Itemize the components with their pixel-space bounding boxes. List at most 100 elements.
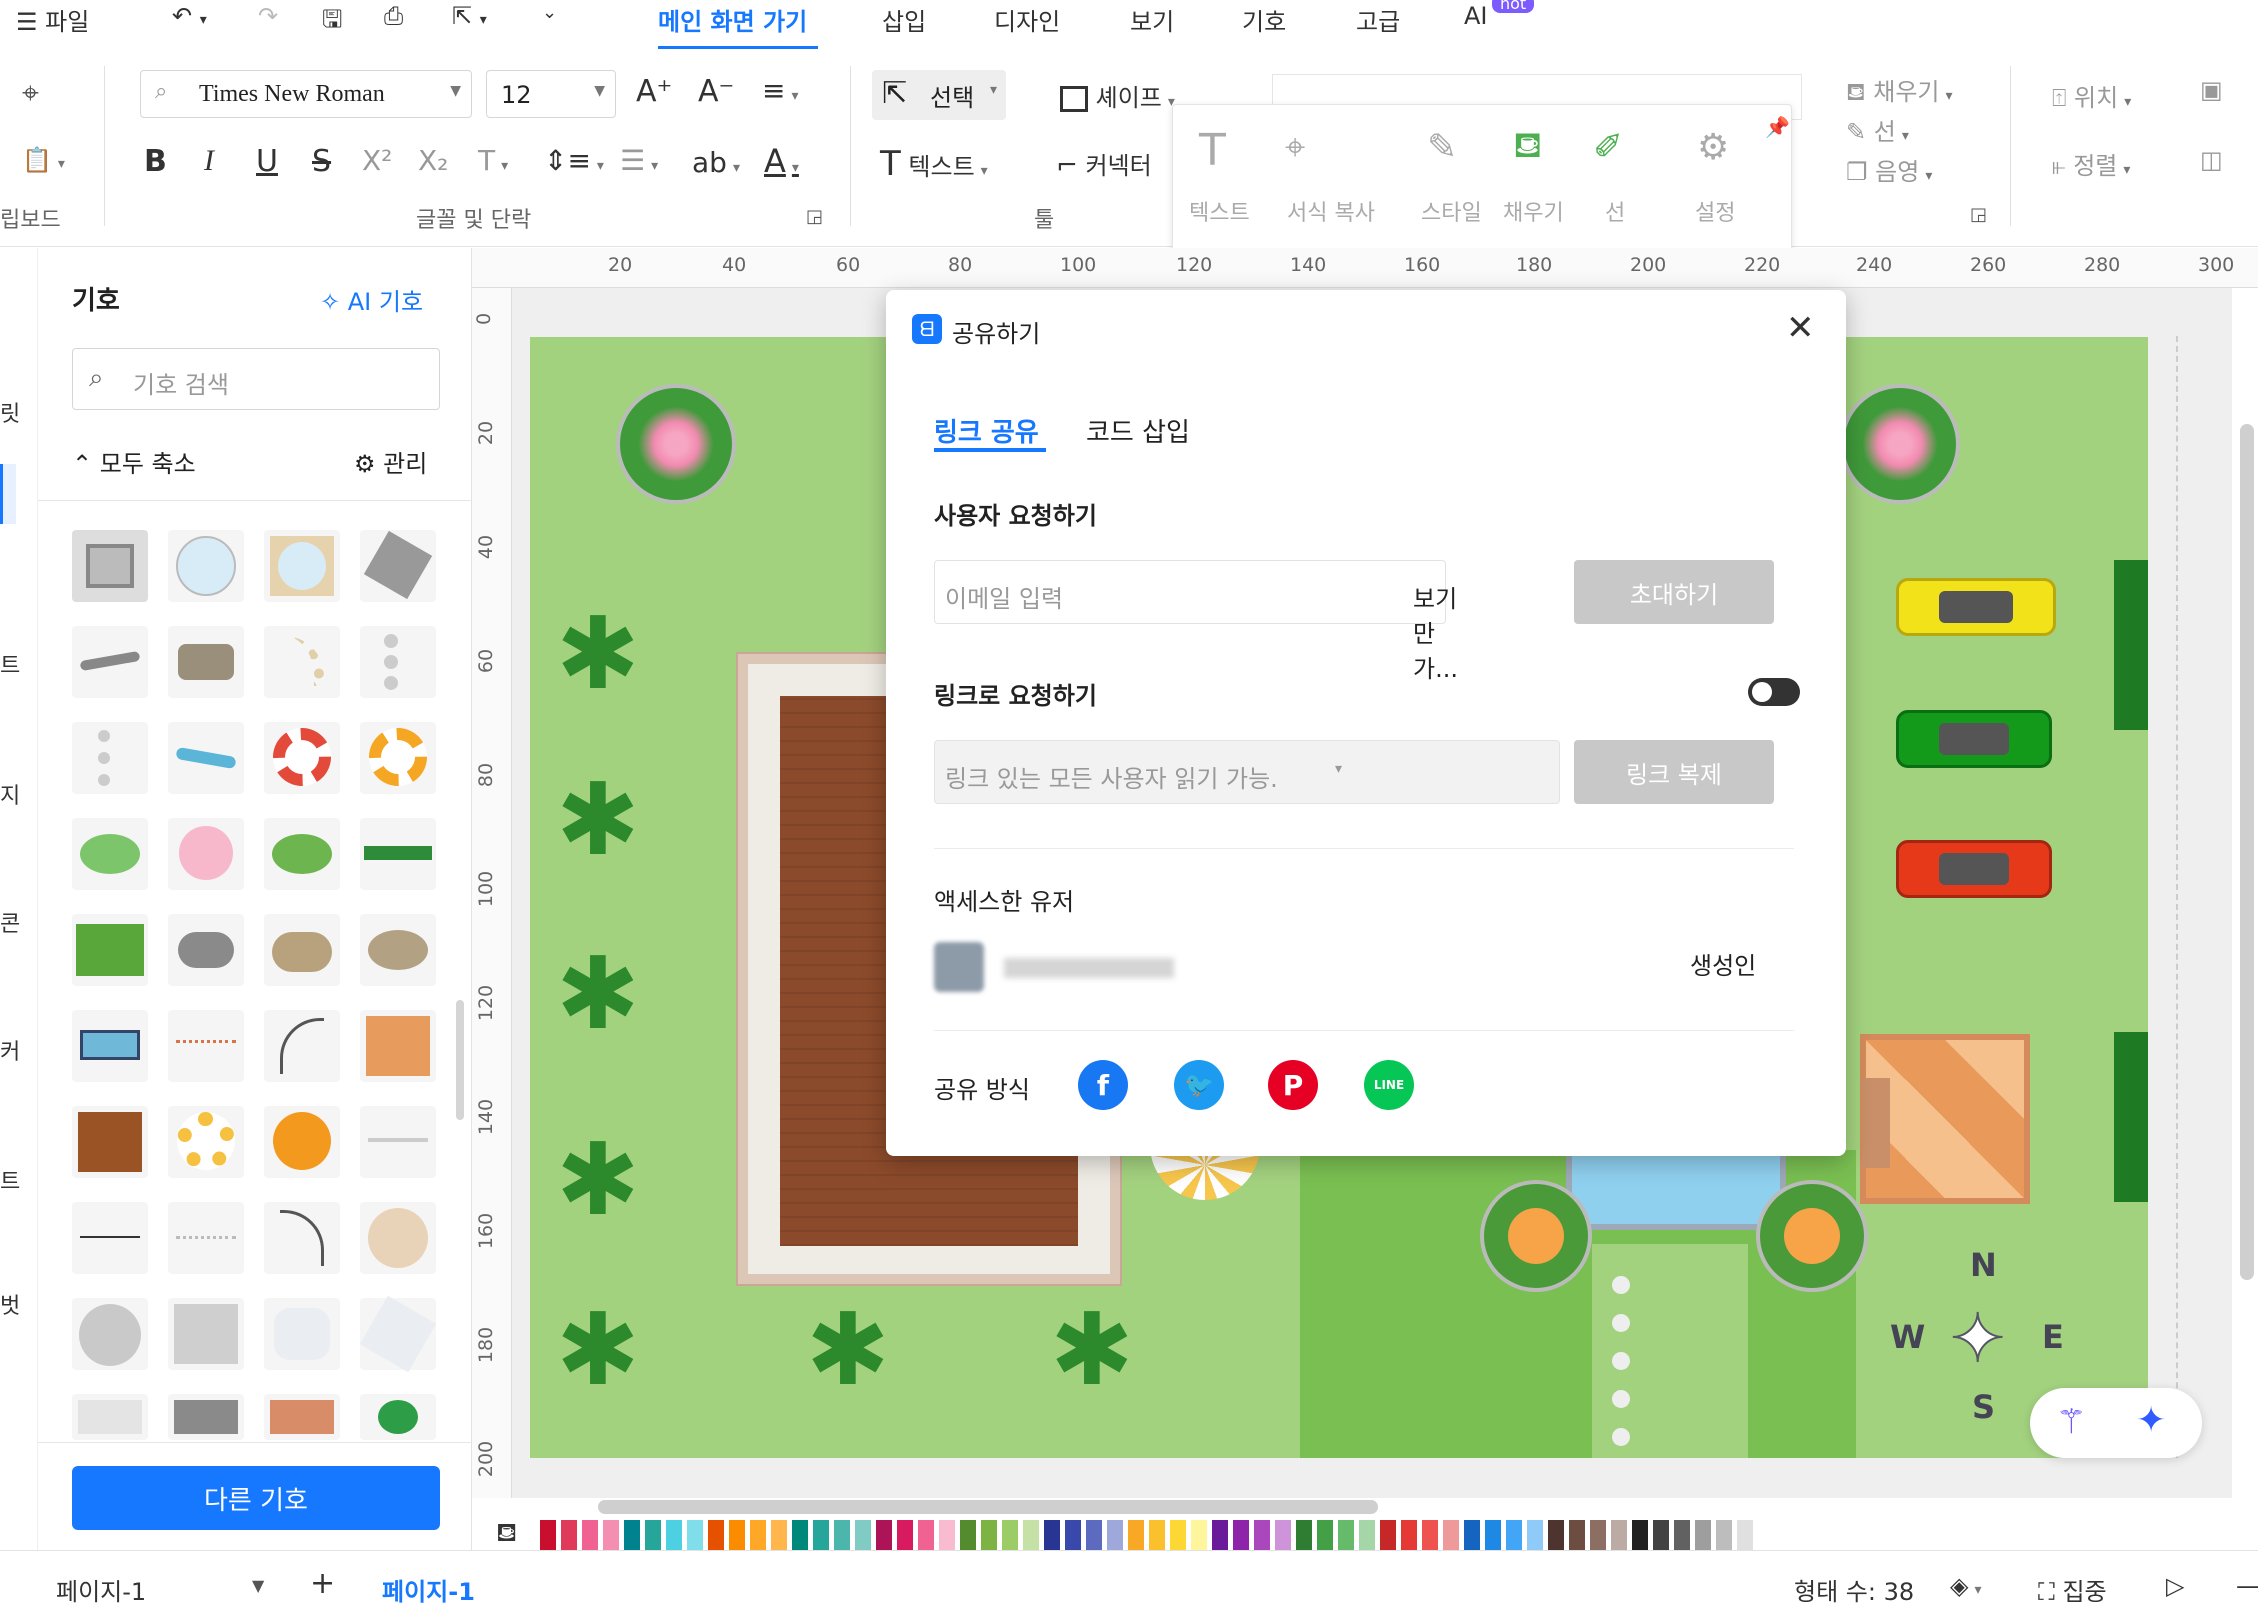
color-swatch[interactable] — [1401, 1520, 1417, 1550]
color-swatch[interactable] — [813, 1520, 829, 1550]
twitter-icon[interactable]: 🐦 — [1174, 1060, 1224, 1110]
color-swatch[interactable] — [1485, 1520, 1501, 1550]
color-swatch[interactable] — [1359, 1520, 1375, 1550]
color-swatch[interactable] — [876, 1520, 892, 1550]
color-swatch[interactable] — [750, 1520, 766, 1550]
menu-view[interactable]: 보기 — [1130, 2, 1174, 37]
underline-icon[interactable]: U — [256, 144, 278, 179]
color-swatch[interactable] — [1695, 1520, 1711, 1550]
expand-dialog-icon[interactable]: ◲ — [806, 206, 823, 227]
font-color-icon[interactable]: A ▾ — [764, 142, 799, 180]
color-swatch[interactable] — [1107, 1520, 1123, 1550]
superscript-icon[interactable]: X² — [362, 144, 392, 177]
color-swatch[interactable] — [624, 1520, 640, 1550]
clipboard-icon[interactable]: 📋 ▾ — [22, 146, 65, 174]
symbol-tile[interactable] — [360, 818, 436, 890]
fill-icon[interactable]: ⛾ — [1513, 125, 1542, 171]
color-swatch[interactable] — [792, 1520, 808, 1550]
color-swatch[interactable] — [1149, 1520, 1165, 1550]
color-swatch[interactable] — [1002, 1520, 1018, 1550]
pinterest-icon[interactable]: P — [1268, 1060, 1318, 1110]
menu-ai[interactable]: AI hot — [1464, 0, 1535, 30]
settings-icon[interactable]: ⚙ — [1697, 127, 1729, 168]
symbol-tile[interactable] — [360, 1106, 436, 1178]
category-item[interactable]: 커 — [0, 1034, 20, 1066]
panel-scrollbar[interactable] — [456, 1000, 464, 1120]
category-item[interactable]: 트 — [0, 1164, 20, 1196]
symbol-tile[interactable] — [168, 722, 244, 794]
symbol-tile[interactable] — [360, 914, 436, 986]
symbol-search-input[interactable]: ⌕ 기호 검색 — [72, 348, 440, 410]
symbol-tile[interactable] — [264, 722, 340, 794]
palm-tree[interactable]: ✱ — [806, 1300, 926, 1410]
shadow-button[interactable]: ❐ 음영 ▾ — [1846, 152, 1932, 187]
symbol-tile[interactable] — [72, 914, 148, 986]
color-swatch[interactable] — [834, 1520, 850, 1550]
category-item[interactable]: 트 — [0, 648, 20, 680]
select-tool-button[interactable]: ⇱ 선택 ▾ — [872, 70, 1006, 120]
symbol-tile[interactable] — [72, 530, 148, 602]
print-icon[interactable]: ⎙ — [384, 2, 403, 30]
symbol-tile[interactable] — [72, 1394, 148, 1440]
ai-symbols-button[interactable]: ✧ AI 기호 — [320, 282, 423, 317]
line-icon[interactable]: ✐ — [1593, 127, 1623, 168]
menu-insert[interactable]: 삽입 — [882, 2, 926, 37]
flower-bush[interactable] — [1840, 384, 1960, 504]
font-grow-icon[interactable]: A⁺ — [636, 74, 672, 109]
color-swatch[interactable] — [960, 1520, 976, 1550]
more-chevron-icon[interactable]: ⌄ — [542, 2, 557, 23]
tab-page-1[interactable]: 페이지-1 — [382, 1572, 475, 1607]
group-icon[interactable]: ▣ — [2200, 76, 2223, 104]
sparkle-icon[interactable]: ✦ — [2136, 1400, 2166, 1441]
color-swatch[interactable] — [1044, 1520, 1060, 1550]
symbol-tile[interactable] — [264, 1010, 340, 1082]
symbol-tile[interactable] — [264, 626, 340, 698]
color-swatch[interactable] — [1233, 1520, 1249, 1550]
car-red[interactable] — [1896, 840, 2052, 898]
font-size-select[interactable]: 12 ▼ — [486, 70, 616, 118]
symbol-tile[interactable] — [72, 1202, 148, 1274]
symbol-tile[interactable] — [72, 1010, 148, 1082]
symbol-tile[interactable] — [168, 1202, 244, 1274]
color-swatch[interactable] — [855, 1520, 871, 1550]
add-page-icon[interactable]: + — [310, 1566, 335, 1601]
color-swatch[interactable] — [1611, 1520, 1627, 1550]
color-swatch[interactable] — [1737, 1520, 1753, 1550]
menu-home[interactable]: 메인 화면 가기 — [658, 2, 807, 37]
fill-button[interactable]: ⛾ 채우기 ▾ — [1846, 72, 1953, 109]
hedge-strip[interactable] — [2114, 560, 2148, 730]
save-icon[interactable]: 🖫 — [322, 2, 342, 43]
palm-tree[interactable]: ✱ — [556, 770, 676, 880]
color-swatch[interactable] — [1191, 1520, 1207, 1550]
color-swatch[interactable] — [1086, 1520, 1102, 1550]
color-swatch[interactable] — [1632, 1520, 1648, 1550]
symbol-tile[interactable] — [360, 1010, 436, 1082]
text-tool-button[interactable]: T 텍스트 ▾ — [880, 144, 988, 184]
email-input[interactable]: 이메일 입력 보기만 가... — [934, 560, 1458, 683]
symbol-tile[interactable] — [168, 626, 244, 698]
italic-icon[interactable]: I — [204, 144, 214, 178]
symbol-tile[interactable] — [264, 1394, 340, 1440]
color-swatch[interactable] — [1548, 1520, 1564, 1550]
symbol-tile[interactable] — [264, 818, 340, 890]
symbol-tile[interactable] — [264, 914, 340, 986]
symbol-tile[interactable] — [359, 1295, 437, 1373]
color-swatch[interactable] — [1317, 1520, 1333, 1550]
color-swatch[interactable] — [1443, 1520, 1459, 1550]
permission-dropdown[interactable]: 보기만 가... — [1413, 579, 1458, 684]
category-item[interactable]: 콘 — [0, 906, 20, 938]
color-swatch[interactable] — [1023, 1520, 1039, 1550]
magic-wand-icon[interactable]: ⚚ — [2056, 1402, 2086, 1442]
color-swatch[interactable] — [1653, 1520, 1669, 1550]
category-item[interactable]: 벗 — [0, 1288, 20, 1320]
close-icon[interactable]: ✕ — [1786, 308, 1815, 348]
shape-tool-button[interactable]: 셰이프 ▾ — [1060, 78, 1175, 113]
color-swatch[interactable] — [1590, 1520, 1606, 1550]
more-symbols-button[interactable]: 다른 기호 — [72, 1466, 440, 1530]
color-swatch[interactable] — [729, 1520, 745, 1550]
palm-tree[interactable]: ✱ — [556, 944, 676, 1054]
color-swatch[interactable] — [1296, 1520, 1312, 1550]
paint-bucket-icon[interactable]: ⛾ — [496, 1518, 517, 1552]
color-swatch[interactable] — [1065, 1520, 1081, 1550]
text-icon[interactable]: T — [1199, 125, 1226, 176]
